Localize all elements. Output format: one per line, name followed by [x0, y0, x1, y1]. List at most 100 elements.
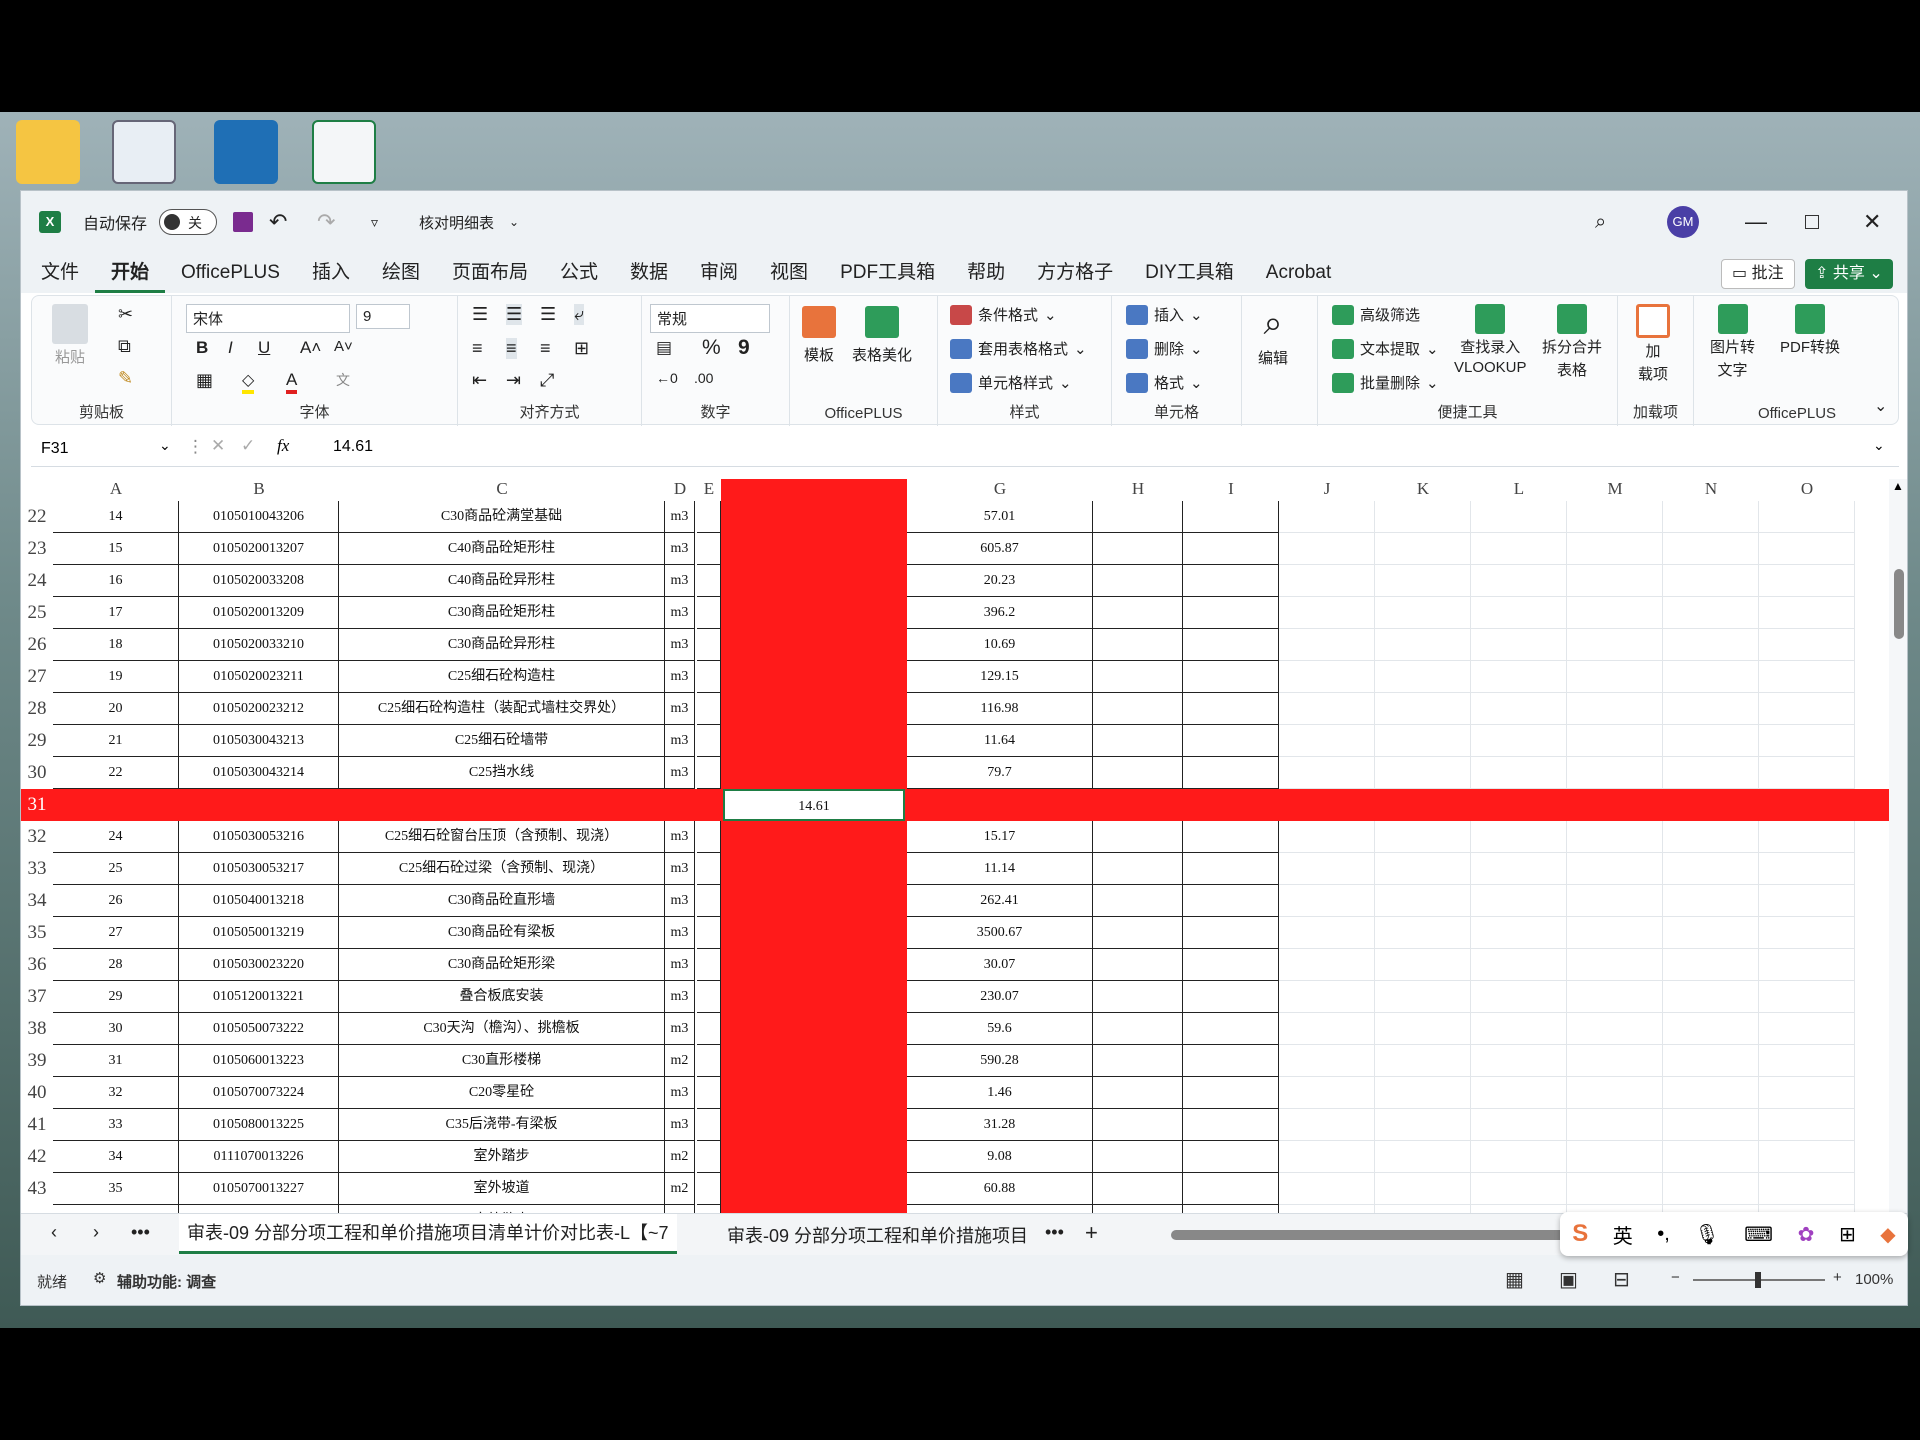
cell-i[interactable] — [1183, 1173, 1279, 1205]
row-number[interactable]: 43 — [21, 1173, 53, 1205]
row-number[interactable]: 32 — [21, 821, 53, 853]
microphone-icon[interactable]: 🎙 — [1694, 1222, 1719, 1247]
cell-m[interactable] — [1567, 629, 1663, 661]
cell-g[interactable]: 60.88 — [907, 1173, 1093, 1205]
cell-b[interactable]: 0111070013226 — [179, 1141, 339, 1173]
cell-d[interactable]: m3 — [665, 565, 695, 597]
cell-d[interactable]: m3 — [665, 501, 695, 533]
cell-o[interactable] — [1759, 1045, 1855, 1077]
cell-c[interactable]: C20零星砼 — [339, 1077, 665, 1109]
vlookup-button[interactable]: 查找录入 VLOOKUP — [1454, 304, 1527, 376]
row-number[interactable]: 37 — [21, 981, 53, 1013]
ribbon-collapse-icon[interactable]: ⌄ — [1874, 396, 1887, 416]
cell-n[interactable] — [1663, 917, 1759, 949]
cell-j[interactable] — [1279, 597, 1375, 629]
cell-i[interactable] — [1183, 1077, 1279, 1109]
cell-j[interactable] — [1279, 1141, 1375, 1173]
cell-o[interactable] — [1759, 501, 1855, 533]
cell-d[interactable]: m3 — [665, 981, 695, 1013]
cell-c[interactable]: 室外踏步 — [339, 1141, 665, 1173]
vertical-scrollbar[interactable]: ▲ — [1889, 479, 1907, 1213]
expand-formula-icon[interactable]: ⌄ — [1873, 437, 1885, 454]
cell-e[interactable] — [697, 1141, 721, 1173]
paste-button[interactable]: 粘贴 — [52, 304, 88, 367]
fill-color-icon[interactable]: ◇ — [242, 370, 255, 394]
cell-g[interactable]: 590.28 — [907, 1045, 1093, 1077]
align-middle-icon[interactable]: ☰ — [506, 304, 523, 325]
enter-icon[interactable]: ✓ — [241, 436, 255, 456]
cell-i[interactable] — [1183, 885, 1279, 917]
tab-data[interactable]: 数据 — [614, 253, 684, 293]
cell-j[interactable] — [1279, 1109, 1375, 1141]
cell-k[interactable] — [1375, 789, 1471, 821]
tab-acrobat[interactable]: Acrobat — [1250, 253, 1347, 293]
cell-e[interactable] — [697, 661, 721, 693]
sheet-more-icon[interactable]: ••• — [131, 1222, 150, 1243]
cell-i[interactable] — [1183, 853, 1279, 885]
insert-cells-button[interactable]: 插入 ⌄ — [1126, 304, 1203, 325]
cell-e[interactable] — [697, 853, 721, 885]
cell-e[interactable] — [697, 949, 721, 981]
cell-g[interactable]: 11.14 — [907, 853, 1093, 885]
cell-h[interactable] — [1093, 725, 1183, 757]
cell-b[interactable]: 0105010043206 — [179, 501, 339, 533]
cell-n[interactable] — [1663, 597, 1759, 629]
accounting-format-icon[interactable]: ▤ — [656, 338, 672, 358]
cell-e[interactable] — [697, 917, 721, 949]
cell-d[interactable]: m3 — [665, 629, 695, 661]
cell-j[interactable] — [1279, 885, 1375, 917]
cell-k[interactable] — [1375, 1205, 1471, 1213]
zoom-in-icon[interactable]: + — [1833, 1269, 1842, 1286]
cell-o[interactable] — [1759, 757, 1855, 789]
comment-button[interactable]: ▭ 批注 — [1721, 259, 1795, 289]
autosave-toggle[interactable]: 关 — [159, 209, 217, 235]
scroll-thumb[interactable] — [1894, 569, 1904, 639]
cell-a[interactable]: 36 — [53, 1205, 179, 1213]
cell-k[interactable] — [1375, 629, 1471, 661]
cell-h[interactable] — [1093, 1013, 1183, 1045]
align-right-icon[interactable]: ≡ — [540, 338, 551, 359]
row-number[interactable]: 27 — [21, 661, 53, 693]
cell-d[interactable]: m3 — [665, 757, 695, 789]
cell-i[interactable] — [1183, 981, 1279, 1013]
cell-m[interactable] — [1567, 885, 1663, 917]
cell-i[interactable] — [1183, 789, 1279, 821]
tab-help[interactable]: 帮助 — [951, 253, 1021, 293]
cell-k[interactable] — [1375, 949, 1471, 981]
cell-l[interactable] — [1471, 981, 1567, 1013]
cell-k[interactable] — [1375, 597, 1471, 629]
cell-e[interactable] — [697, 1045, 721, 1077]
sogou-logo-icon[interactable]: S — [1572, 1220, 1588, 1248]
cell-e[interactable] — [697, 1173, 721, 1205]
cell-h[interactable] — [1093, 1045, 1183, 1077]
cell-l[interactable] — [1471, 1045, 1567, 1077]
cell-n[interactable] — [1663, 821, 1759, 853]
cell-l[interactable] — [1471, 885, 1567, 917]
name-box[interactable]: F31 — [35, 435, 155, 463]
cell-g[interactable]: 31.28 — [907, 1109, 1093, 1141]
cell-k[interactable] — [1375, 1013, 1471, 1045]
cell-l[interactable] — [1471, 853, 1567, 885]
avatar[interactable]: GM — [1667, 206, 1699, 238]
cell-o[interactable] — [1759, 1013, 1855, 1045]
cell-b[interactable]: 0105070073224 — [179, 1077, 339, 1109]
cell-c[interactable]: 叠合板底安装 — [339, 981, 665, 1013]
cell-d[interactable]: m3 — [665, 853, 695, 885]
cell-l[interactable] — [1471, 565, 1567, 597]
cell-n[interactable] — [1663, 1077, 1759, 1109]
zoom-out-icon[interactable]: − — [1671, 1269, 1680, 1286]
cell-m[interactable] — [1567, 597, 1663, 629]
cell-n[interactable] — [1663, 501, 1759, 533]
cell-b[interactable]: 0105020023212 — [179, 693, 339, 725]
cell-n[interactable] — [1663, 1013, 1759, 1045]
cell-g[interactable]: 59.6 — [907, 1013, 1093, 1045]
zoom-slider-thumb[interactable] — [1755, 1272, 1761, 1288]
undo-icon[interactable]: ↶ — [269, 209, 287, 235]
cell-c[interactable]: C40商品砼矩形柱 — [339, 533, 665, 565]
cell-h[interactable] — [1093, 693, 1183, 725]
cell-l[interactable] — [1471, 533, 1567, 565]
row-number[interactable]: 26 — [21, 629, 53, 661]
column-header-o[interactable]: O — [1759, 479, 1855, 501]
cell-c[interactable]: C30商品砼满堂基础 — [339, 501, 665, 533]
cell-i[interactable] — [1183, 757, 1279, 789]
